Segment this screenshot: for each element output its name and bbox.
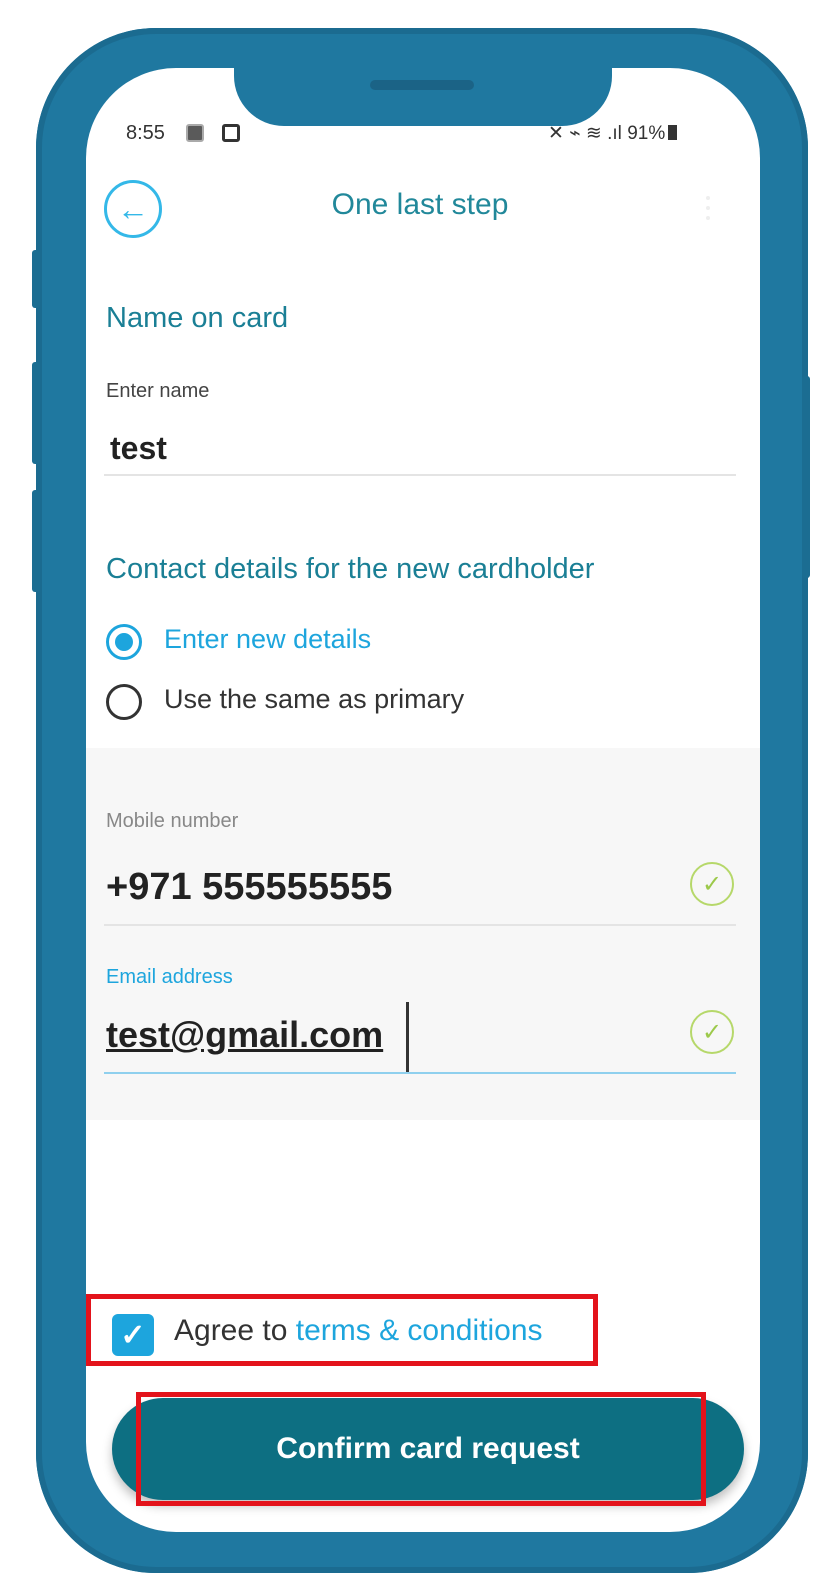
contact-fields-panel [86, 748, 760, 1120]
name-section-title: Name on card [106, 302, 289, 334]
terms-text: Agree to terms & conditions [174, 1314, 543, 1348]
phone-side-button [802, 376, 810, 578]
status-indicators: ✕ ⌁ ≋ .ıl 91% [548, 122, 678, 145]
signal-icons: ✕ ⌁ ≋ .ıl [548, 123, 628, 144]
page-title: One last step [331, 188, 509, 221]
phone-side-button [32, 250, 40, 308]
name-field-label: Enter name [106, 380, 210, 402]
mobile-valid-check-icon: ✓ [690, 862, 734, 906]
more-options-icon[interactable] [706, 196, 712, 226]
mobile-input-underline [104, 924, 736, 926]
mobile-input[interactable]: +971 555555555 [106, 866, 392, 909]
phone-side-button [32, 490, 40, 592]
radio-label-enter-new[interactable]: Enter new details [164, 624, 371, 655]
confirm-highlight-box [136, 1392, 706, 1506]
calendar-icon [186, 124, 204, 142]
radio-enter-new-details[interactable] [106, 624, 142, 660]
email-input[interactable]: test@gmail.com [106, 1014, 383, 1056]
phone-notch [234, 68, 612, 126]
battery-percent: 91% [627, 123, 666, 144]
arrow-left-icon: ← [117, 191, 149, 227]
notification-icon [222, 124, 240, 142]
name-input[interactable]: test [110, 430, 167, 467]
contact-section-title: Contact details for the new cardholder [106, 553, 595, 585]
terms-prefix: Agree to [174, 1314, 296, 1347]
mobile-field-label: Mobile number [106, 810, 239, 832]
status-time: 8:55 [126, 122, 165, 144]
text-cursor [406, 1002, 409, 1074]
name-input-underline [104, 474, 736, 476]
radio-same-as-primary[interactable] [106, 684, 142, 720]
checkmark-icon: ✓ [120, 1318, 146, 1352]
phone-speaker [370, 80, 474, 90]
back-button[interactable]: ← [104, 180, 162, 238]
radio-label-same-as-primary[interactable]: Use the same as primary [164, 684, 464, 715]
email-valid-check-icon: ✓ [690, 1010, 734, 1054]
terms-link[interactable]: terms & conditions [296, 1314, 543, 1347]
phone-side-button [32, 362, 40, 464]
terms-checkbox[interactable]: ✓ [112, 1314, 154, 1356]
email-field-label: Email address [106, 966, 233, 988]
email-input-underline [104, 1072, 736, 1074]
battery-icon [668, 125, 678, 140]
